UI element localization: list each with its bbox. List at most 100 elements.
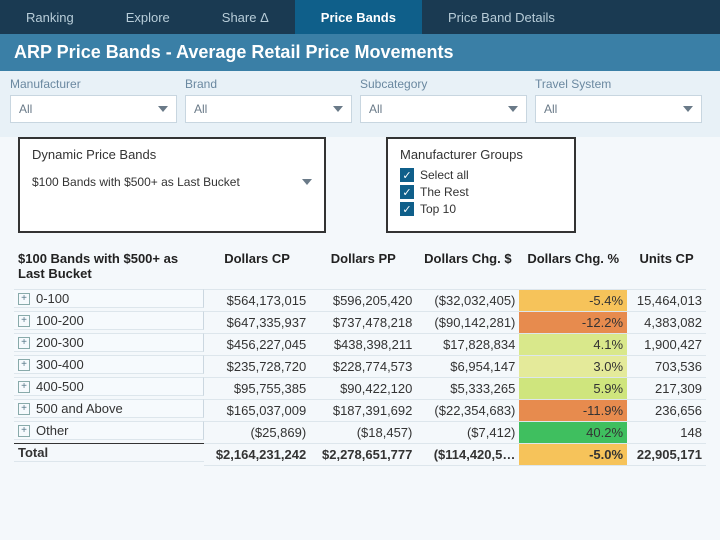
chevron-down-icon bbox=[508, 106, 518, 112]
col-header: Dollars Chg. $ bbox=[416, 251, 519, 289]
cell-chg: ($114,420,5… bbox=[416, 443, 519, 465]
cell-pct: -5.0% bbox=[519, 443, 627, 465]
cell-cp: $165,037,009 bbox=[204, 399, 310, 421]
cell-cp: $647,335,937 bbox=[204, 311, 310, 333]
price-bands-table: $100 Bands with $500+ as Last BucketDoll… bbox=[14, 251, 706, 466]
checkbox-icon: ✓ bbox=[400, 202, 414, 216]
dynamic-bands-value: $100 Bands with $500+ as Last Bucket bbox=[32, 175, 240, 189]
filter-label-manufacturer: Manufacturer bbox=[10, 77, 177, 91]
table-row: +500 and Above $165,037,009$187,391,692($… bbox=[14, 399, 706, 421]
cell-pct: 5.9% bbox=[519, 377, 627, 399]
band-label: 300-400 bbox=[36, 357, 84, 372]
tab-price-band-details[interactable]: Price Band Details bbox=[422, 0, 581, 34]
expand-icon[interactable]: + bbox=[18, 381, 30, 393]
table-row: +Other($25,869)($18,457)($7,412)40.2%148 bbox=[14, 421, 706, 443]
cell-chg: $17,828,834 bbox=[416, 333, 519, 355]
col-header: Dollars Chg. % bbox=[519, 251, 627, 289]
col-header: Units CP bbox=[627, 251, 706, 289]
cell-units: 1,900,427 bbox=[627, 333, 706, 355]
tab-share-[interactable]: Share Δ bbox=[196, 0, 295, 34]
checkbox-top-10[interactable]: ✓ Top 10 bbox=[400, 202, 562, 216]
band-label: 400-500 bbox=[36, 379, 84, 394]
cell-units: 148 bbox=[627, 421, 706, 443]
band-label: 500 and Above bbox=[36, 401, 123, 416]
band-label: 100-200 bbox=[36, 313, 84, 328]
checkbox-icon: ✓ bbox=[400, 185, 414, 199]
cell-pct: 3.0% bbox=[519, 355, 627, 377]
expand-icon[interactable]: + bbox=[18, 425, 30, 437]
page-title: ARP Price Bands - Average Retail Price M… bbox=[0, 34, 720, 71]
tab-explore[interactable]: Explore bbox=[100, 0, 196, 34]
table-total-row: Total $2,164,231,242$2,278,651,777($114,4… bbox=[14, 443, 706, 465]
cell-chg: ($32,032,405) bbox=[416, 289, 519, 311]
filter-label-travel-system: Travel System bbox=[535, 77, 702, 91]
cell-chg: $6,954,147 bbox=[416, 355, 519, 377]
table-row: +400-500 $95,755,385$90,422,120$5,333,265… bbox=[14, 377, 706, 399]
cell-chg: ($22,354,683) bbox=[416, 399, 519, 421]
mfg-groups-title: Manufacturer Groups bbox=[400, 147, 562, 162]
filter-label-brand: Brand bbox=[185, 77, 352, 91]
cell-units: 703,536 bbox=[627, 355, 706, 377]
checkbox-label: The Rest bbox=[420, 185, 469, 199]
cell-cp: ($25,869) bbox=[204, 421, 310, 443]
expand-icon[interactable]: + bbox=[18, 315, 30, 327]
tab-ranking[interactable]: Ranking bbox=[0, 0, 100, 34]
filter-value: All bbox=[194, 102, 207, 116]
cell-chg: ($7,412) bbox=[416, 421, 519, 443]
filter-value: All bbox=[544, 102, 557, 116]
filter-select-travel-system[interactable]: All bbox=[535, 95, 702, 123]
dynamic-bands-select[interactable]: $100 Bands with $500+ as Last Bucket bbox=[32, 168, 312, 196]
cell-pp: $438,398,211 bbox=[310, 333, 416, 355]
cell-pct: 40.2% bbox=[519, 421, 627, 443]
band-label: Total bbox=[18, 445, 48, 460]
cell-cp: $456,227,045 bbox=[204, 333, 310, 355]
cell-pp: $90,422,120 bbox=[310, 377, 416, 399]
expand-icon[interactable]: + bbox=[18, 359, 30, 371]
checkbox-the-rest[interactable]: ✓ The Rest bbox=[400, 185, 562, 199]
cell-chg: $5,333,265 bbox=[416, 377, 519, 399]
filter-label-subcategory: Subcategory bbox=[360, 77, 527, 91]
cell-pct: -5.4% bbox=[519, 289, 627, 311]
cell-pp: $2,278,651,777 bbox=[310, 443, 416, 465]
cell-cp: $235,728,720 bbox=[204, 355, 310, 377]
table-row: +0-100$564,173,015$596,205,420($32,032,4… bbox=[14, 289, 706, 311]
cell-cp: $564,173,015 bbox=[204, 289, 310, 311]
cell-pct: 4.1% bbox=[519, 333, 627, 355]
checkbox-select-all[interactable]: ✓Select all bbox=[400, 168, 562, 182]
cell-pp: $187,391,692 bbox=[310, 399, 416, 421]
table-row: +100-200 $647,335,937$737,478,218($90,142… bbox=[14, 311, 706, 333]
cell-units: 236,656 bbox=[627, 399, 706, 421]
filter-value: All bbox=[369, 102, 382, 116]
table-row: +300-400$235,728,720$228,774,573$6,954,1… bbox=[14, 355, 706, 377]
cell-pct: -12.2% bbox=[519, 311, 627, 333]
expand-icon[interactable]: + bbox=[18, 337, 30, 349]
dynamic-bands-title: Dynamic Price Bands bbox=[32, 147, 312, 162]
tab-price-bands[interactable]: Price Bands bbox=[295, 0, 422, 34]
cell-cp: $2,164,231,242 bbox=[204, 443, 310, 465]
checkbox-label: Top 10 bbox=[420, 202, 456, 216]
col-header: Dollars PP bbox=[310, 251, 416, 289]
expand-icon[interactable]: + bbox=[18, 403, 30, 415]
expand-icon[interactable]: + bbox=[18, 293, 30, 305]
filter-select-brand[interactable]: All bbox=[185, 95, 352, 123]
chevron-down-icon bbox=[683, 106, 693, 112]
top-tabbar: RankingExploreShare ΔPrice BandsPrice Ba… bbox=[0, 0, 720, 34]
checkbox-icon: ✓ bbox=[400, 168, 414, 182]
cell-pp: $737,478,218 bbox=[310, 311, 416, 333]
filter-value: All bbox=[19, 102, 32, 116]
cell-units: 22,905,171 bbox=[627, 443, 706, 465]
table-row: +200-300$456,227,045$438,398,211$17,828,… bbox=[14, 333, 706, 355]
filter-select-subcategory[interactable]: All bbox=[360, 95, 527, 123]
filter-select-manufacturer[interactable]: All bbox=[10, 95, 177, 123]
cell-units: 4,383,082 bbox=[627, 311, 706, 333]
chevron-down-icon bbox=[158, 106, 168, 112]
cell-pp: $596,205,420 bbox=[310, 289, 416, 311]
cell-chg: ($90,142,281) bbox=[416, 311, 519, 333]
filter-row: Manufacturer All Brand All Subcategory All Tra… bbox=[0, 71, 720, 137]
col-header: Dollars CP bbox=[204, 251, 310, 289]
cell-units: 217,309 bbox=[627, 377, 706, 399]
band-label: Other bbox=[36, 423, 69, 438]
manufacturer-groups-panel: Manufacturer Groups ✓Select all✓The Rest… bbox=[386, 137, 576, 233]
cell-cp: $95,755,385 bbox=[204, 377, 310, 399]
col-header: $100 Bands with $500+ as Last Bucket bbox=[14, 251, 204, 289]
